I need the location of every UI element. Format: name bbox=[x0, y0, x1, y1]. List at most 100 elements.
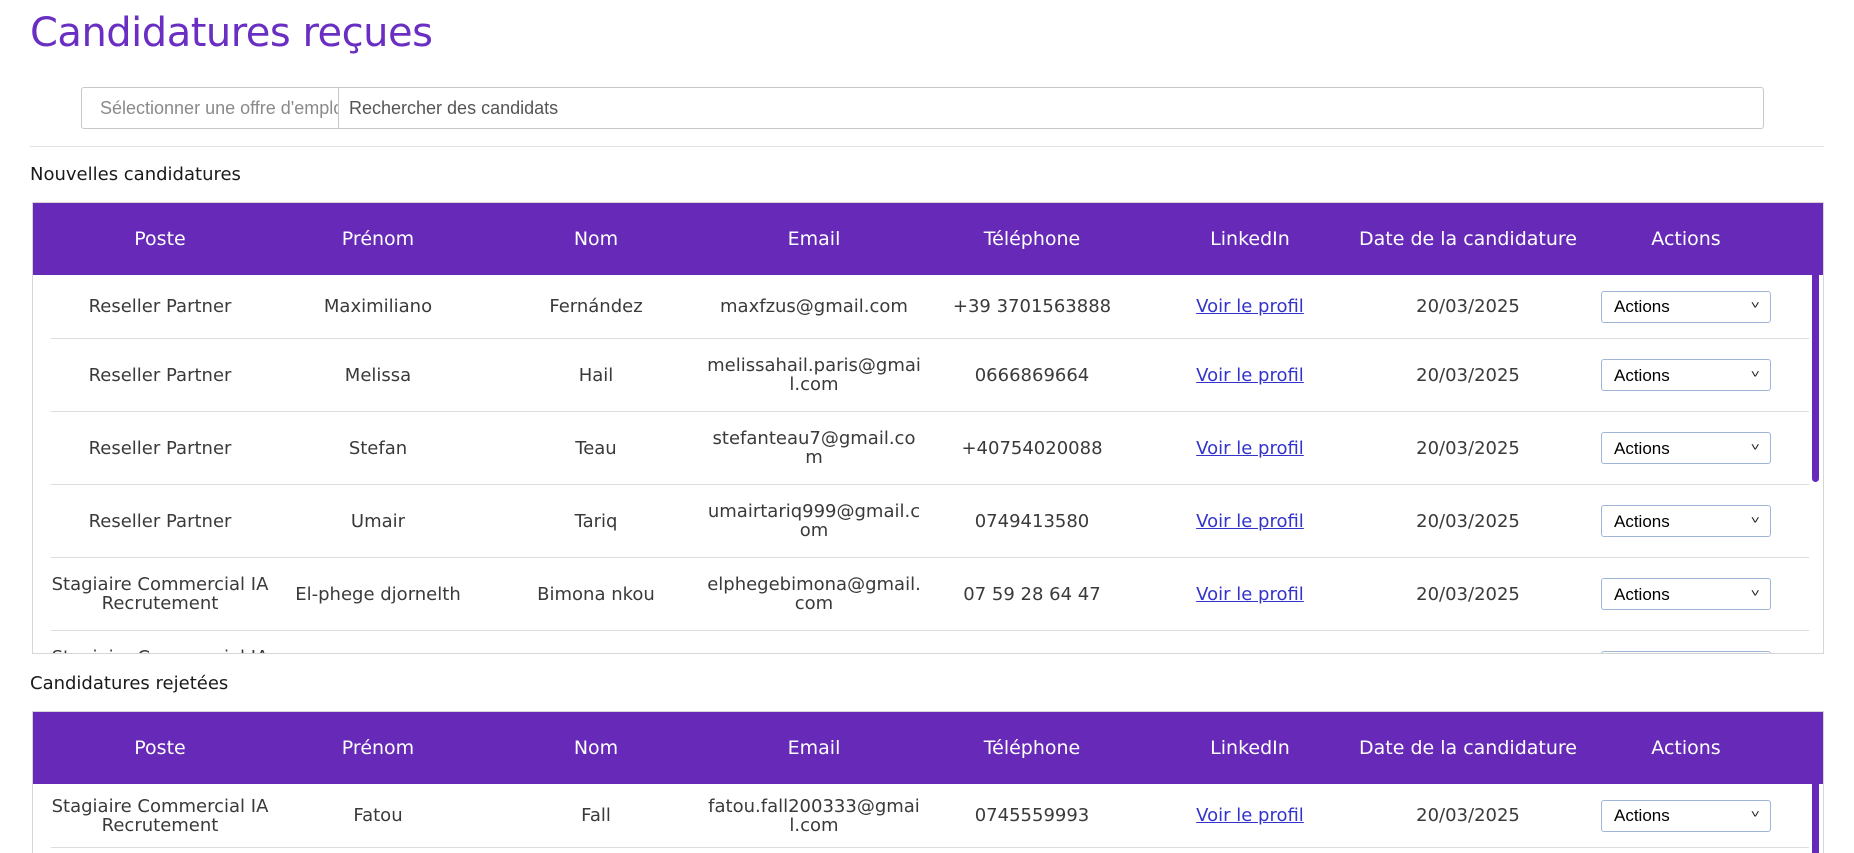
actions-dropdown[interactable]: Actions ˅ bbox=[1601, 505, 1771, 537]
phone-cell: 0749413580 bbox=[974, 510, 1090, 532]
linkedin-cell: Voir le profil bbox=[1141, 366, 1359, 385]
actions-dropdown-label: Actions bbox=[1614, 365, 1670, 385]
date-cell: 20/03/2025 bbox=[1416, 805, 1520, 826]
actions-dropdown[interactable]: Actions ˅ bbox=[1601, 290, 1771, 323]
linkedin-profile-link[interactable]: Voir le profil bbox=[1196, 296, 1304, 317]
page: Candidatures reçues Sélectionner une off… bbox=[0, 0, 1854, 853]
first-name-cell: Stefan bbox=[348, 437, 408, 459]
date-cell: 20/03/2025 bbox=[1416, 510, 1520, 532]
email-cell: fatou.fall200333@gmail.com bbox=[708, 795, 920, 836]
email-cell: maxfzus@gmail.com bbox=[720, 296, 908, 317]
first-name-cell: Fatou bbox=[353, 805, 403, 826]
actions-dropdown-label: Actions bbox=[1614, 806, 1670, 825]
column-header-nom: Nom bbox=[573, 227, 619, 250]
linkedin-profile-link[interactable]: Voir le profil bbox=[1196, 511, 1304, 532]
table-header: Poste Prénom Nom Email Téléphone LinkedIn Date… bbox=[33, 203, 1823, 275]
last-name-cell: Bimona nkou bbox=[537, 583, 655, 605]
first-name-cell: El-phege djornelth bbox=[295, 583, 461, 605]
actions-dropdown[interactable]: Actions ˅ bbox=[1601, 432, 1771, 464]
poste-cell: Reseller Partner bbox=[88, 437, 232, 459]
table-header: Poste Prénom Nom Email Téléphone LinkedIn Date… bbox=[33, 712, 1823, 784]
column-header-poste: Poste bbox=[134, 227, 186, 250]
linkedin-profile-link[interactable]: Voir le profil bbox=[1196, 438, 1304, 459]
chevron-down-icon: ˅ bbox=[1750, 368, 1760, 381]
rejected-applications-table: Poste Prénom Nom Email Téléphone LinkedIn Date… bbox=[32, 711, 1824, 853]
actions-dropdown[interactable]: ˅ bbox=[1601, 651, 1771, 653]
candidate-search-input[interactable] bbox=[339, 87, 1764, 129]
column-header-nom: Nom bbox=[573, 736, 619, 759]
linkedin-cell: Voir le profil bbox=[1141, 806, 1359, 825]
column-header-telephone: Téléphone bbox=[983, 736, 1081, 759]
actions-cell: ˅ bbox=[1577, 651, 1795, 653]
chevron-down-icon: ˅ bbox=[1750, 441, 1760, 454]
column-header-actions: Actions bbox=[1651, 736, 1721, 759]
chevron-down-icon: ˅ bbox=[1750, 587, 1760, 600]
first-name-cell: Umair bbox=[350, 510, 406, 532]
linkedin-cell: Voir le profil bbox=[1141, 512, 1359, 531]
actions-dropdown-label: Actions bbox=[1614, 584, 1670, 604]
date-cell: 20/03/2025 bbox=[1416, 364, 1520, 386]
actions-dropdown[interactable]: Actions ˅ bbox=[1601, 799, 1771, 832]
actions-dropdown[interactable]: Actions ˅ bbox=[1601, 578, 1771, 610]
last-name-cell: Tariq bbox=[574, 510, 618, 532]
table-scrollbar[interactable] bbox=[1812, 206, 1819, 482]
column-header-poste: Poste bbox=[134, 736, 186, 759]
first-name-cell: Melissa bbox=[344, 364, 412, 386]
poste-cell: Stagiaire Commercial IA Recrutement bbox=[51, 574, 269, 614]
new-applications-title: Nouvelles candidatures bbox=[30, 164, 241, 185]
linkedin-profile-link[interactable]: Voir le profil bbox=[1196, 805, 1304, 826]
phone-cell: 0745559993 bbox=[974, 805, 1090, 826]
linkedin-profile-link[interactable]: Voir le profil bbox=[1196, 584, 1304, 605]
last-name-cell: Teau bbox=[575, 437, 617, 459]
column-header-date: Date de la candidature bbox=[1359, 227, 1577, 250]
column-header-telephone: Téléphone bbox=[983, 227, 1081, 250]
column-header-linkedin: LinkedIn bbox=[1210, 227, 1290, 250]
column-header-prenom: Prénom bbox=[341, 736, 415, 759]
actions-cell: Actions ˅ bbox=[1577, 578, 1795, 610]
actions-cell: Actions ˅ bbox=[1577, 505, 1795, 537]
poste-cell: Reseller Partner bbox=[88, 296, 232, 317]
actions-dropdown-label: Actions bbox=[1614, 297, 1670, 316]
linkedin-cell: Voir le profil bbox=[1141, 297, 1359, 316]
table-row: Reseller Partner Stefan Teau stefanteau7@gm… bbox=[51, 412, 1809, 485]
actions-cell: Actions ˅ bbox=[1577, 290, 1795, 323]
chevron-down-icon: ˅ bbox=[1750, 514, 1760, 527]
job-offer-select[interactable]: Sélectionner une offre d'emploi bbox=[81, 87, 339, 129]
first-name-cell: Maximiliano bbox=[323, 296, 433, 317]
table-row: Reseller Partner Maximiliano Fernández maxf… bbox=[51, 275, 1809, 339]
date-cell: 20/03/2025 bbox=[1416, 296, 1520, 317]
poste-cell: Stagiaire Commercial IA Recrutement bbox=[51, 648, 269, 653]
table-row: Stagiaire Commercial IA Recrutement ˅ bbox=[51, 631, 1809, 653]
table-scrollbar[interactable] bbox=[1812, 715, 1819, 853]
actions-cell: Actions ˅ bbox=[1577, 432, 1795, 464]
poste-cell: Reseller Partner bbox=[88, 364, 232, 386]
column-header-email: Email bbox=[787, 736, 841, 759]
last-name-cell: Fall bbox=[581, 805, 611, 826]
rejected-applications-title: Candidatures rejetées bbox=[30, 673, 229, 694]
email-cell: stefanteau7@gmail.com bbox=[712, 428, 916, 468]
table-row: Stagiaire Commercial IA Recrutement Fatou… bbox=[51, 784, 1809, 848]
actions-dropdown-label: Actions bbox=[1614, 511, 1670, 531]
table-body: Reseller Partner Maximiliano Fernández maxf… bbox=[33, 275, 1823, 653]
actions-dropdown[interactable]: Actions ˅ bbox=[1601, 359, 1771, 391]
poste-cell: Stagiaire Commercial IA Recrutement bbox=[51, 795, 269, 836]
phone-cell: +39 3701563888 bbox=[952, 296, 1112, 317]
email-cell: umairtariq999@gmail.com bbox=[707, 501, 921, 541]
date-cell: 20/03/2025 bbox=[1416, 437, 1520, 459]
column-header-date: Date de la candidature bbox=[1359, 736, 1577, 759]
table-row: Reseller Partner Umair Tariq umairtariq999@… bbox=[51, 485, 1809, 558]
column-header-prenom: Prénom bbox=[341, 227, 415, 250]
chevron-down-icon: ˅ bbox=[1750, 809, 1760, 821]
actions-cell: Actions ˅ bbox=[1577, 799, 1795, 832]
email-cell: elphegebimona@gmail.com bbox=[707, 574, 921, 614]
linkedin-profile-link[interactable]: Voir le profil bbox=[1196, 365, 1304, 386]
actions-dropdown-label: Actions bbox=[1614, 438, 1670, 458]
email-cell: melissahail.paris@gmail.com bbox=[707, 355, 921, 395]
linkedin-cell: Voir le profil bbox=[1141, 439, 1359, 458]
page-title: Candidatures reçues bbox=[30, 10, 433, 56]
new-applications-table: Poste Prénom Nom Email Téléphone LinkedIn Date… bbox=[32, 202, 1824, 654]
table-row: Reseller Partner Melissa Hail melissahail.p… bbox=[51, 339, 1809, 412]
linkedin-cell: Voir le profil bbox=[1141, 585, 1359, 604]
phone-cell: +40754020088 bbox=[961, 437, 1103, 459]
last-name-cell: Hail bbox=[578, 364, 614, 386]
